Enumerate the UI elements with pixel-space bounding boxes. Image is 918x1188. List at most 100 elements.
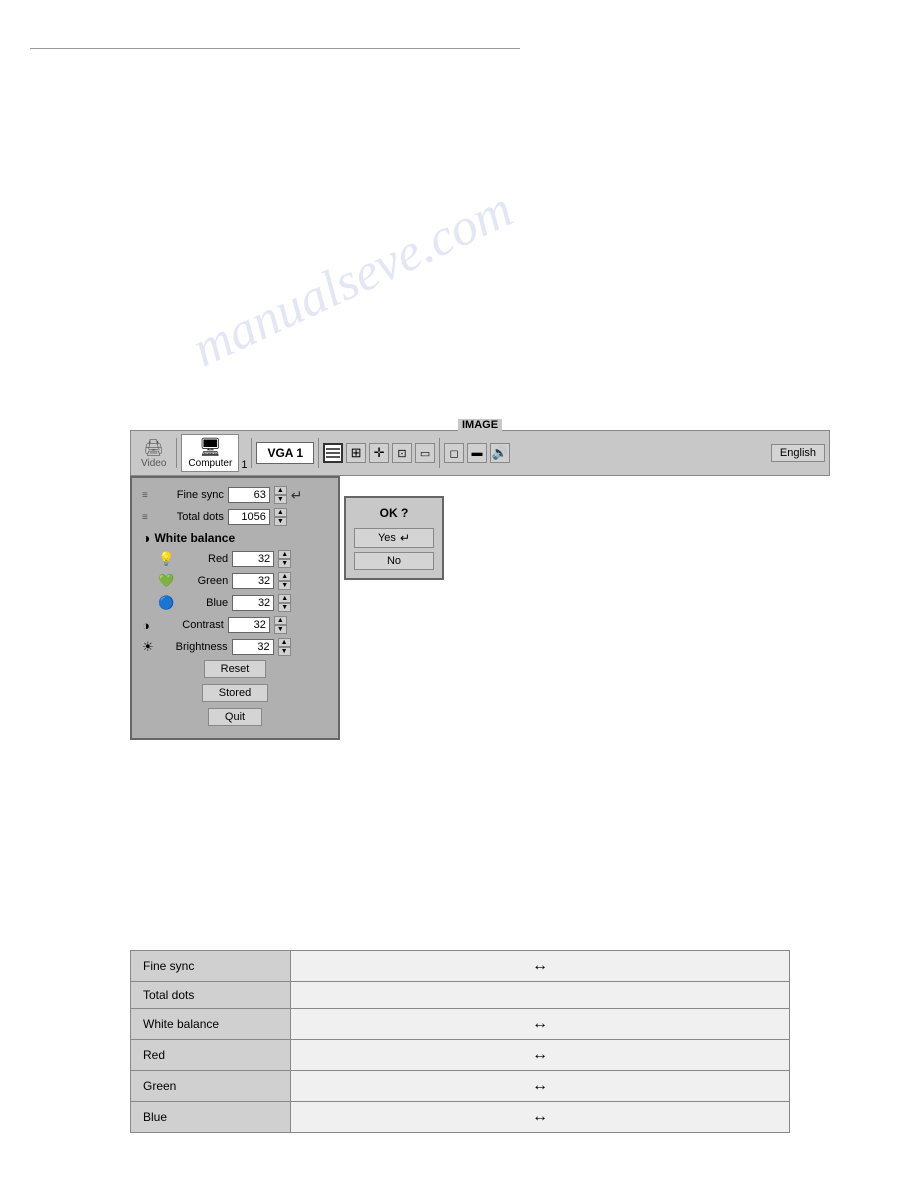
table-cell-label: Fine sync [131,951,291,982]
toolbar: IMAGE 🖨 Video 🖥 Computer 1 VGA 1 [130,430,830,476]
wide-icon: ▬ [472,447,483,459]
table-row: Fine sync ↔ [131,951,790,982]
video-icon: 🖨 [144,438,164,458]
yes-button[interactable]: Yes ↵ [354,528,434,548]
arrow-icon: ↔ [532,1046,548,1063]
red-row: 💡 Red 32 ▲ ▼ [142,550,328,568]
arrow-icon: ↔ [532,1077,548,1094]
no-button[interactable]: No [354,552,434,570]
aspect-icon: ◻ [449,447,458,460]
green-icon: 💚 [158,573,174,589]
red-up[interactable]: ▲ [278,550,291,559]
bottom-table: Fine sync ↔ Total dots White balance ↔ R… [130,950,790,1133]
stored-button[interactable]: Stored [202,684,268,702]
separator-2 [251,438,252,468]
blue-label: Blue [178,597,228,609]
table-cell-value [291,982,790,1009]
english-button[interactable]: English [771,444,825,462]
red-value: 32 [232,551,274,567]
red-label: Red [178,553,228,565]
brightness-label: Brightness [158,641,228,653]
sound-icon-button[interactable]: 🔊 [490,443,510,463]
blue-up[interactable]: ▲ [278,594,291,603]
resize-icon-button[interactable]: ⊡ [392,443,412,463]
lines-icon-button[interactable] [323,443,343,463]
watermark: manualseve.com [184,180,522,379]
image-panel: ≡ Fine sync 63 ▲ ▼ ↵ ≡ Total dots 1056 ▲ [130,476,340,740]
table-cell-value: ↔ [291,1009,790,1040]
contrast-row: ◑ Contrast 32 ▲ ▼ [142,616,328,634]
table-cell-value: ↔ [291,1071,790,1102]
arrow-icon: ↔ [532,957,548,974]
green-down[interactable]: ▼ [278,581,291,590]
computer-label: Computer [188,458,232,469]
move-icon-button[interactable]: ✛ [369,443,389,463]
table-row: White balance ↔ [131,1009,790,1040]
separator-1 [176,438,177,468]
brightness-spinner[interactable]: ▲ ▼ [278,638,291,656]
table-cell-label: Blue [131,1102,291,1133]
enter-arrow-icon: ↵ [400,531,410,545]
table-cell-label: Red [131,1040,291,1071]
wide-icon-button[interactable]: ▬ [467,443,487,463]
brightness-value: 32 [232,639,274,655]
ok-title: OK ? [380,506,409,520]
lines-icon [324,446,342,460]
video-label: Video [141,458,166,469]
computer-icon: 🖥 [199,437,222,458]
contrast-value: 32 [228,617,270,633]
white-balance-icon: ◑ [142,530,150,546]
table-cell-value: ↔ [291,1040,790,1071]
contrast-down[interactable]: ▼ [274,625,287,634]
fine-sync-down[interactable]: ▼ [274,495,287,504]
table-row: Total dots [131,982,790,1009]
separator-4 [439,438,440,468]
sound-icon: 🔊 [492,445,508,461]
brightness-icon: ☀ [142,639,154,655]
total-dots-up[interactable]: ▲ [274,508,287,517]
total-dots-spinner[interactable]: ▲ ▼ [274,508,287,526]
total-dots-icon: ≡ [142,512,148,523]
green-spinner[interactable]: ▲ ▼ [278,572,291,590]
green-value: 32 [232,573,274,589]
return-arrow-fine-sync: ↵ [291,487,303,504]
total-dots-row: ≡ Total dots 1056 ▲ ▼ [142,508,328,526]
blue-icon: 🔵 [158,595,174,611]
panel-buttons: Reset Stored Quit [142,660,328,730]
red-icon: 💡 [158,551,174,567]
vga-button[interactable]: VGA 1 [256,442,314,464]
table-cell-label: Total dots [131,982,291,1009]
green-up[interactable]: ▲ [278,572,291,581]
video-tab[interactable]: 🖨 Video [135,434,172,472]
computer-tab[interactable]: 🖥 Computer [181,434,239,472]
contrast-up[interactable]: ▲ [274,616,287,625]
panel-wrapper: ≡ Fine sync 63 ▲ ▼ ↵ ≡ Total dots 1056 ▲ [130,476,830,740]
red-spinner[interactable]: ▲ ▼ [278,550,291,568]
fine-sync-spinner[interactable]: ▲ ▼ [274,486,287,504]
fine-sync-row: ≡ Fine sync 63 ▲ ▼ ↵ [142,486,328,504]
red-down[interactable]: ▼ [278,559,291,568]
arrow-icon: ↔ [532,1108,548,1125]
move-icon: ✛ [374,445,385,461]
computer-num: 1 [241,459,247,471]
brightness-down[interactable]: ▼ [278,647,291,656]
white-balance-section: ◑ White balance [142,530,328,546]
grid-icon-button[interactable]: ⊞ [346,443,366,463]
blue-spinner[interactable]: ▲ ▼ [278,594,291,612]
fine-sync-label: Fine sync [154,489,224,501]
fine-sync-up[interactable]: ▲ [274,486,287,495]
white-balance-label: White balance [154,531,235,545]
grid-icon: ⊞ [351,445,362,461]
screen-icon-button[interactable]: ▭ [415,443,435,463]
table-row: Red ↔ [131,1040,790,1071]
reset-button[interactable]: Reset [204,660,267,678]
ok-dialog: OK ? Yes ↵ No [344,496,444,580]
table-cell-label: Green [131,1071,291,1102]
quit-button[interactable]: Quit [208,708,262,726]
blue-down[interactable]: ▼ [278,603,291,612]
brightness-up[interactable]: ▲ [278,638,291,647]
aspect-icon-button[interactable]: ◻ [444,443,464,463]
total-dots-down[interactable]: ▼ [274,517,287,526]
table-row: Green ↔ [131,1071,790,1102]
contrast-spinner[interactable]: ▲ ▼ [274,616,287,634]
